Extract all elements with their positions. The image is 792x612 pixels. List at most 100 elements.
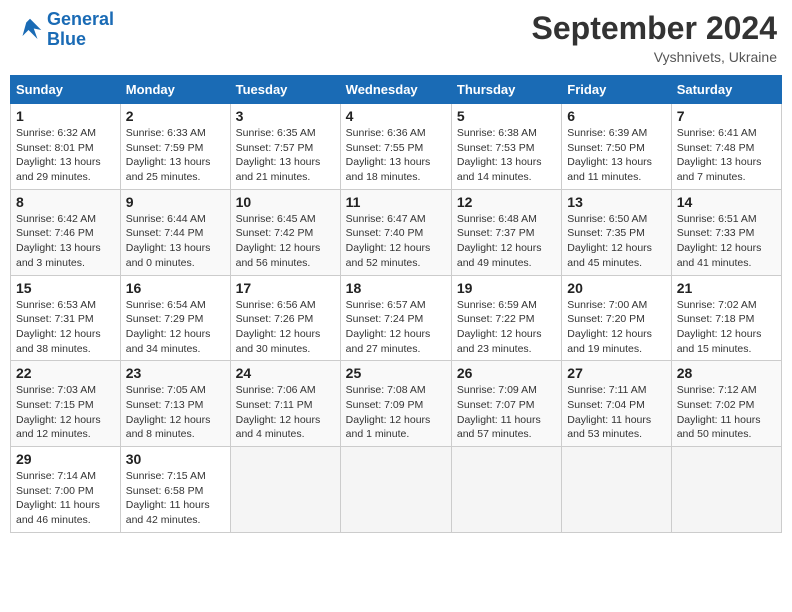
day-info: Sunrise: 6:51 AMSunset: 7:33 PMDaylight:… — [677, 212, 776, 271]
logo-line2: Blue — [47, 29, 86, 49]
day-number: 3 — [236, 108, 335, 124]
day-info: Sunrise: 7:00 AMSunset: 7:20 PMDaylight:… — [567, 298, 665, 357]
day-info: Sunrise: 6:33 AMSunset: 7:59 PMDaylight:… — [126, 126, 225, 185]
day-info: Sunrise: 6:41 AMSunset: 7:48 PMDaylight:… — [677, 126, 776, 185]
calendar-week-row: 29 Sunrise: 7:14 AMSunset: 7:00 PMDayligh… — [11, 447, 782, 533]
logo: General Blue — [15, 10, 114, 50]
day-info: Sunrise: 7:15 AMSunset: 6:58 PMDaylight:… — [126, 469, 225, 528]
calendar-cell: 19Sunrise: 6:59 AMSunset: 7:22 PMDayligh… — [451, 275, 561, 361]
logo-text: General Blue — [47, 10, 114, 50]
calendar-cell: 28 Sunrise: 7:12 AMSunset: 7:02 PMDayligh… — [671, 361, 781, 447]
calendar-cell: 12 Sunrise: 6:48 AMSunset: 7:37 PMDayligh… — [451, 189, 561, 275]
header-sunday: Sunday — [11, 76, 121, 104]
day-info: Sunrise: 7:05 AMSunset: 7:13 PMDaylight:… — [126, 383, 225, 442]
day-number: 16 — [126, 280, 225, 296]
day-number: 24 — [236, 365, 335, 381]
calendar-cell — [340, 447, 451, 533]
day-info: Sunrise: 6:47 AMSunset: 7:40 PMDaylight:… — [346, 212, 446, 271]
day-number: 7 — [677, 108, 776, 124]
calendar-cell: 1Sunrise: 6:32 AMSunset: 8:01 PMDaylight… — [11, 104, 121, 190]
calendar-cell: 25 Sunrise: 7:08 AMSunset: 7:09 PMDayligh… — [340, 361, 451, 447]
calendar-cell: 9 Sunrise: 6:44 AMSunset: 7:44 PMDaylight… — [120, 189, 230, 275]
day-info: Sunrise: 6:56 AMSunset: 7:26 PMDaylight:… — [236, 298, 335, 357]
day-number: 5 — [457, 108, 556, 124]
day-info: Sunrise: 7:02 AMSunset: 7:18 PMDaylight:… — [677, 298, 776, 357]
logo-line1: General — [47, 9, 114, 29]
day-info: Sunrise: 7:14 AMSunset: 7:00 PMDaylight:… — [16, 469, 115, 528]
day-info: Sunrise: 6:38 AMSunset: 7:53 PMDaylight:… — [457, 126, 556, 185]
day-info: Sunrise: 6:32 AMSunset: 8:01 PMDaylight:… — [16, 126, 115, 185]
calendar-cell: 3 Sunrise: 6:35 AMSunset: 7:57 PMDaylight… — [230, 104, 340, 190]
day-info: Sunrise: 6:53 AMSunset: 7:31 PMDaylight:… — [16, 298, 115, 357]
day-info: Sunrise: 7:12 AMSunset: 7:02 PMDaylight:… — [677, 383, 776, 442]
day-info: Sunrise: 6:48 AMSunset: 7:37 PMDaylight:… — [457, 212, 556, 271]
day-info: Sunrise: 6:35 AMSunset: 7:57 PMDaylight:… — [236, 126, 335, 185]
day-number: 21 — [677, 280, 776, 296]
day-number: 23 — [126, 365, 225, 381]
day-number: 13 — [567, 194, 665, 210]
header-saturday: Saturday — [671, 76, 781, 104]
calendar-cell: 13 Sunrise: 6:50 AMSunset: 7:35 PMDayligh… — [562, 189, 671, 275]
calendar-cell — [230, 447, 340, 533]
calendar-week-row: 15 Sunrise: 6:53 AMSunset: 7:31 PMDayligh… — [11, 275, 782, 361]
calendar-cell — [671, 447, 781, 533]
day-number: 27 — [567, 365, 665, 381]
day-number: 26 — [457, 365, 556, 381]
weekday-header-row: Sunday Monday Tuesday Wednesday Thursday… — [11, 76, 782, 104]
calendar-cell: 8Sunrise: 6:42 AMSunset: 7:46 PMDaylight… — [11, 189, 121, 275]
day-number: 6 — [567, 108, 665, 124]
day-number: 8 — [16, 194, 115, 210]
calendar-cell: 14 Sunrise: 6:51 AMSunset: 7:33 PMDayligh… — [671, 189, 781, 275]
day-number: 20 — [567, 280, 665, 296]
calendar-cell: 17Sunrise: 6:56 AMSunset: 7:26 PMDayligh… — [230, 275, 340, 361]
day-number: 25 — [346, 365, 446, 381]
calendar-cell: 27 Sunrise: 7:11 AMSunset: 7:04 PMDayligh… — [562, 361, 671, 447]
day-number: 15 — [16, 280, 115, 296]
day-number: 29 — [16, 451, 115, 467]
day-number: 19 — [457, 280, 556, 296]
header-monday: Monday — [120, 76, 230, 104]
header-tuesday: Tuesday — [230, 76, 340, 104]
calendar-cell: 11 Sunrise: 6:47 AMSunset: 7:40 PMDayligh… — [340, 189, 451, 275]
day-number: 12 — [457, 194, 556, 210]
header-wednesday: Wednesday — [340, 76, 451, 104]
day-number: 2 — [126, 108, 225, 124]
calendar-cell: 2 Sunrise: 6:33 AMSunset: 7:59 PMDaylight… — [120, 104, 230, 190]
day-number: 10 — [236, 194, 335, 210]
calendar-cell: 10Sunrise: 6:45 AMSunset: 7:42 PMDayligh… — [230, 189, 340, 275]
calendar-cell: 21 Sunrise: 7:02 AMSunset: 7:18 PMDayligh… — [671, 275, 781, 361]
day-info: Sunrise: 6:36 AMSunset: 7:55 PMDaylight:… — [346, 126, 446, 185]
header-thursday: Thursday — [451, 76, 561, 104]
calendar-table: Sunday Monday Tuesday Wednesday Thursday… — [10, 75, 782, 533]
day-info: Sunrise: 7:11 AMSunset: 7:04 PMDaylight:… — [567, 383, 665, 442]
day-number: 14 — [677, 194, 776, 210]
page-header: General Blue September 2024 Vyshnivets, … — [10, 10, 782, 65]
calendar-cell: 5 Sunrise: 6:38 AMSunset: 7:53 PMDaylight… — [451, 104, 561, 190]
day-number: 30 — [126, 451, 225, 467]
calendar-week-row: 22Sunrise: 7:03 AMSunset: 7:15 PMDayligh… — [11, 361, 782, 447]
day-info: Sunrise: 7:09 AMSunset: 7:07 PMDaylight:… — [457, 383, 556, 442]
calendar-cell: 24 Sunrise: 7:06 AMSunset: 7:11 PMDayligh… — [230, 361, 340, 447]
month-title: September 2024 — [532, 10, 777, 47]
calendar-week-row: 1Sunrise: 6:32 AMSunset: 8:01 PMDaylight… — [11, 104, 782, 190]
calendar-cell: 7 Sunrise: 6:41 AMSunset: 7:48 PMDaylight… — [671, 104, 781, 190]
calendar-cell: 30 Sunrise: 7:15 AMSunset: 6:58 PMDayligh… — [120, 447, 230, 533]
calendar-cell: 15 Sunrise: 6:53 AMSunset: 7:31 PMDayligh… — [11, 275, 121, 361]
day-number: 11 — [346, 194, 446, 210]
calendar-cell: 29 Sunrise: 7:14 AMSunset: 7:00 PMDayligh… — [11, 447, 121, 533]
day-info: Sunrise: 7:06 AMSunset: 7:11 PMDaylight:… — [236, 383, 335, 442]
calendar-cell: 4 Sunrise: 6:36 AMSunset: 7:55 PMDaylight… — [340, 104, 451, 190]
calendar-cell: 18Sunrise: 6:57 AMSunset: 7:24 PMDayligh… — [340, 275, 451, 361]
calendar-cell — [562, 447, 671, 533]
calendar-cell: 20 Sunrise: 7:00 AMSunset: 7:20 PMDayligh… — [562, 275, 671, 361]
calendar-cell: 26 Sunrise: 7:09 AMSunset: 7:07 PMDayligh… — [451, 361, 561, 447]
calendar-cell: 16Sunrise: 6:54 AMSunset: 7:29 PMDayligh… — [120, 275, 230, 361]
day-number: 4 — [346, 108, 446, 124]
day-info: Sunrise: 6:44 AMSunset: 7:44 PMDaylight:… — [126, 212, 225, 271]
day-info: Sunrise: 6:50 AMSunset: 7:35 PMDaylight:… — [567, 212, 665, 271]
day-number: 9 — [126, 194, 225, 210]
day-info: Sunrise: 7:08 AMSunset: 7:09 PMDaylight:… — [346, 383, 446, 442]
day-number: 28 — [677, 365, 776, 381]
location: Vyshnivets, Ukraine — [532, 49, 777, 65]
header-friday: Friday — [562, 76, 671, 104]
